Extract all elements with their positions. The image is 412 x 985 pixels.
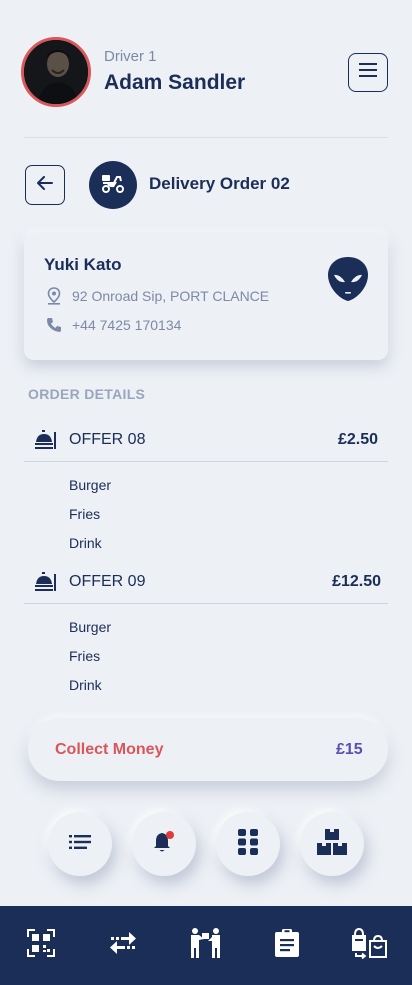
offer-price: £12.50	[332, 573, 381, 590]
offer-price: £2.50	[337, 431, 378, 448]
clipboard-icon	[274, 928, 300, 963]
offer-row[interactable]: OFFER 09 £12.50	[24, 568, 388, 604]
hamburger-menu-icon	[359, 63, 377, 82]
food-tray-icon	[34, 570, 58, 594]
arrow-left-icon	[37, 175, 53, 195]
header-divider	[24, 137, 388, 138]
offer-item: Drink	[69, 535, 102, 551]
customer-phone-row[interactable]: +44 7425 170134	[44, 317, 181, 333]
customer-name: Yuki Kato	[44, 255, 122, 274]
driver-label: Driver 1	[104, 48, 157, 65]
transfer-arrows-icon	[109, 931, 137, 960]
notification-bell-icon	[152, 830, 176, 859]
nav-qr-scan[interactable]	[23, 927, 59, 963]
grid-icon	[237, 828, 259, 861]
handover-icon	[188, 927, 222, 964]
offer-item: Burger	[69, 619, 112, 635]
offer-item: Fries	[69, 648, 101, 664]
notifications-button[interactable]	[132, 812, 196, 876]
nav-clipboard[interactable]	[269, 927, 305, 963]
boxes-icon	[316, 828, 348, 861]
nav-bag-return[interactable]	[349, 927, 391, 963]
list-button[interactable]	[48, 812, 112, 876]
order-details-label: ORDER DETAILS	[28, 386, 146, 402]
collect-money-amount: £15	[336, 741, 363, 758]
customer-phone: +44 7425 170134	[72, 317, 182, 333]
qr-code-icon	[26, 928, 56, 963]
alien-icon	[327, 255, 369, 303]
order-title: Delivery Order 02	[149, 174, 290, 193]
scooter-badge	[89, 161, 137, 209]
menu-button[interactable]	[348, 53, 388, 92]
nav-transfer[interactable]	[105, 927, 141, 963]
back-button[interactable]	[25, 165, 65, 205]
offer-item: Fries	[69, 506, 101, 522]
bag-return-icon	[350, 927, 390, 964]
offer-row[interactable]: OFFER 08 £2.50	[24, 426, 388, 462]
nav-handover[interactable]	[187, 927, 223, 963]
offer-name: OFFER 09	[69, 573, 146, 590]
boxes-button[interactable]	[300, 812, 364, 876]
food-tray-icon	[34, 428, 58, 452]
offer-item: Burger	[69, 477, 112, 493]
driver-name: Adam Sandler	[104, 71, 246, 94]
customer-address-row: 92 Onroad Sip, PORT CLANCE	[44, 287, 269, 305]
driver-avatar	[21, 37, 91, 107]
list-icon	[69, 834, 91, 854]
offer-name: OFFER 08	[69, 431, 146, 448]
customer-address: 92 Onroad Sip, PORT CLANCE	[72, 288, 270, 304]
grid-button[interactable]	[216, 812, 280, 876]
phone-icon	[44, 317, 64, 333]
offer-item: Drink	[69, 677, 102, 693]
collect-money-label: Collect Money	[55, 741, 164, 758]
scooter-icon	[100, 173, 126, 198]
location-pin-icon	[44, 287, 64, 305]
